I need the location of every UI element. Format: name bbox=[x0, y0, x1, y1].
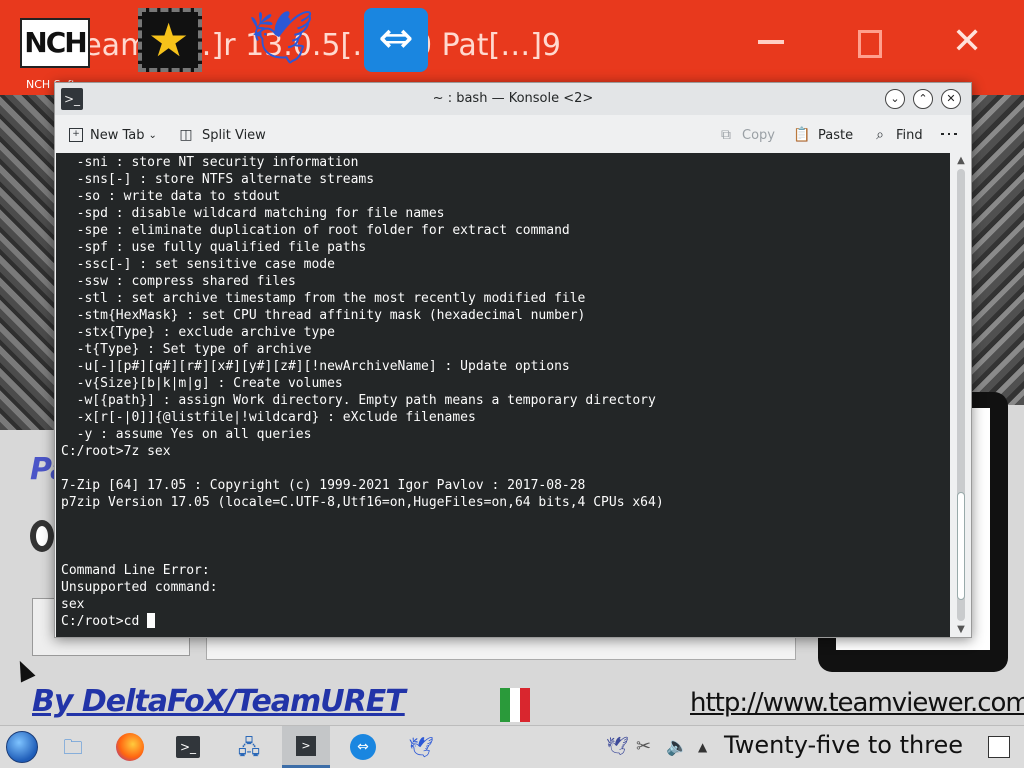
prompt-line: C:/root>cd bbox=[61, 614, 148, 629]
window-title: ~ : bash — Konsole <2> bbox=[432, 91, 594, 106]
chevron-down-icon: ⌄ bbox=[148, 129, 157, 141]
search-icon: ⌕ bbox=[876, 127, 884, 143]
italy-flag-icon bbox=[500, 688, 530, 722]
teamviewer-taskbar-icon[interactable]: ⇔ bbox=[350, 734, 376, 760]
copy-icon: ⧉ bbox=[721, 127, 731, 143]
new-tab-icon: + bbox=[69, 128, 83, 142]
scroll-down-icon[interactable]: ▼ bbox=[955, 624, 967, 635]
taskbar: 🗀 >_ 🖧 > ⇔ 🕊 🕊 ✂ 🔈 ▲ Twenty-five to thre… bbox=[0, 725, 1024, 768]
bird-icon[interactable]: 🕊 bbox=[248, 8, 314, 72]
tray-expand-icon[interactable]: ▲ bbox=[698, 734, 707, 760]
new-tab-label: New Tab bbox=[90, 127, 145, 143]
split-view-label: Split View bbox=[202, 127, 266, 143]
bird-tray-icon[interactable]: 🕊 bbox=[606, 734, 629, 760]
clock[interactable]: Twenty-five to three bbox=[724, 731, 963, 759]
terminal-icon[interactable]: >_ bbox=[176, 736, 200, 758]
terminal-text: -sni : store NT security information -sn… bbox=[61, 155, 664, 629]
paste-label: Paste bbox=[818, 127, 854, 143]
terminal-output[interactable]: -sni : store NT security information -sn… bbox=[56, 153, 950, 637]
scrollbar-thumb[interactable] bbox=[957, 492, 965, 600]
show-desktop-button[interactable] bbox=[988, 736, 1010, 758]
copy-button[interactable]: ⧉ Copy bbox=[717, 124, 775, 146]
close-button[interactable]: ✕ bbox=[941, 89, 961, 109]
background-image-left bbox=[0, 95, 60, 430]
volume-icon[interactable]: 🔈 bbox=[666, 734, 688, 760]
new-tab-button[interactable]: + New Tab ⌄ bbox=[69, 124, 157, 146]
background-radio-button[interactable] bbox=[30, 520, 54, 552]
find-button[interactable]: ⌕ Find bbox=[871, 124, 923, 146]
background-url-link[interactable]: http://www.teamviewer.com bbox=[690, 688, 1024, 718]
background-maximize-button[interactable] bbox=[858, 30, 882, 58]
paste-icon: 📋 bbox=[793, 127, 811, 143]
scissors-icon[interactable]: ✂ bbox=[636, 734, 651, 760]
background-minimize-button[interactable] bbox=[758, 40, 784, 44]
scroll-up-icon[interactable]: ▲ bbox=[955, 155, 967, 166]
background-credit-link[interactable]: By DeltaFoX/TeamURET bbox=[32, 684, 406, 719]
network-icon[interactable]: 🖧 bbox=[234, 732, 264, 762]
copy-label: Copy bbox=[742, 127, 775, 143]
background-close-button[interactable]: ✕ bbox=[952, 22, 982, 62]
konsole-titlebar[interactable]: >_ ~ : bash — Konsole <2> ⌄ ⌃ ✕ bbox=[55, 83, 971, 115]
konsole-window: >_ ~ : bash — Konsole <2> ⌄ ⌃ ✕ + New Ta… bbox=[54, 82, 972, 638]
split-view-button[interactable]: ◫ Split View bbox=[177, 124, 266, 146]
hamburger-menu-icon[interactable] bbox=[939, 124, 959, 144]
maximize-button[interactable]: ⌃ bbox=[913, 89, 933, 109]
split-view-icon: ◫ bbox=[179, 127, 193, 143]
konsole-taskbar-button[interactable]: > bbox=[282, 726, 330, 768]
paste-button[interactable]: 📋 Paste bbox=[793, 124, 853, 146]
background-image-right bbox=[968, 95, 1024, 405]
find-label: Find bbox=[896, 127, 923, 143]
teamviewer-icon[interactable]: ⇔ bbox=[364, 8, 428, 72]
firefox-icon[interactable] bbox=[116, 733, 144, 761]
konsole-toolbar: + New Tab ⌄ ◫ Split View ⧉ Copy 📋 Paste … bbox=[55, 115, 971, 153]
text-cursor bbox=[147, 613, 156, 628]
nch-software-icon[interactable]: NCH bbox=[20, 18, 90, 68]
file-manager-icon[interactable]: 🗀 bbox=[58, 732, 88, 762]
start-menu-button[interactable] bbox=[6, 731, 38, 763]
bird-app-icon[interactable]: 🕊 bbox=[406, 732, 436, 762]
terminal-scrollbar[interactable]: ▲ ▼ bbox=[951, 153, 971, 637]
minimize-button[interactable]: ⌄ bbox=[885, 89, 905, 109]
movie-star-icon[interactable]: ★ bbox=[138, 8, 202, 72]
